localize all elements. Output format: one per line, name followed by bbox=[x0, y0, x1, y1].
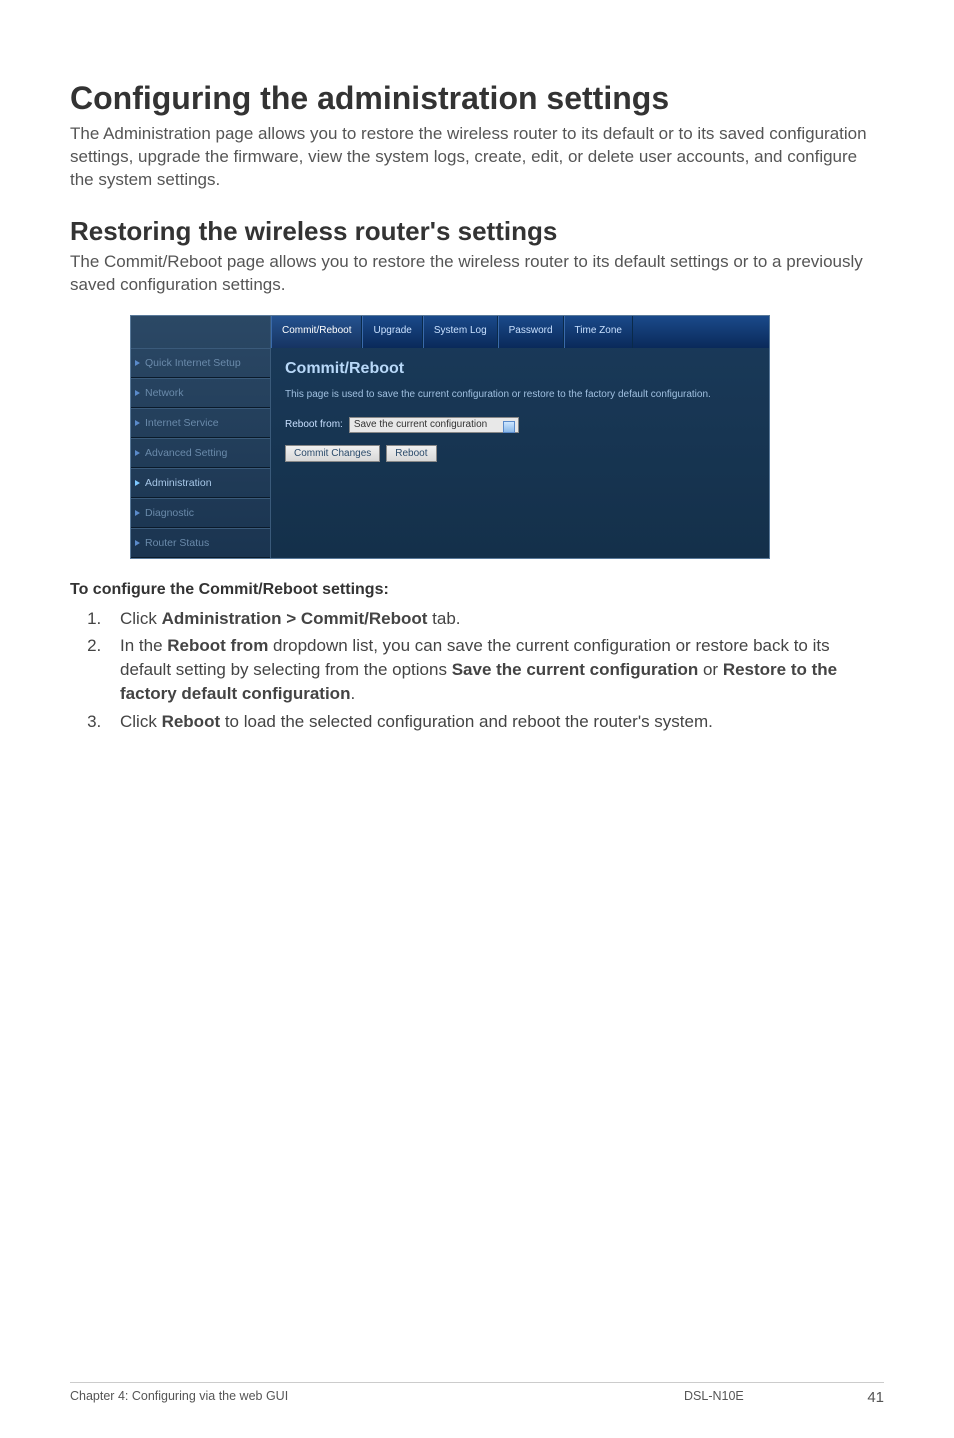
page-footer: Chapter 4: Configuring via the web GUI D… bbox=[70, 1382, 884, 1406]
tab-time-zone[interactable]: Time Zone bbox=[564, 316, 633, 348]
sidebar-item-administration[interactable]: Administration bbox=[131, 468, 270, 498]
step-2: In the Reboot from dropdown list, you ca… bbox=[106, 634, 884, 705]
intro-text: The Administration page allows you to re… bbox=[70, 123, 884, 192]
tab-bar: Commit/Reboot Upgrade System Log Passwor… bbox=[271, 316, 769, 348]
panel-title: Commit/Reboot bbox=[285, 360, 755, 378]
tab-upgrade[interactable]: Upgrade bbox=[362, 316, 422, 348]
sidebar-item-network[interactable]: Network bbox=[131, 378, 270, 408]
sidebar-item-quick-internet-setup[interactable]: Quick Internet Setup bbox=[131, 348, 270, 378]
sidebar-item-internet-service[interactable]: Internet Service bbox=[131, 408, 270, 438]
reboot-button[interactable]: Reboot bbox=[386, 445, 436, 462]
router-gui-screenshot: Quick Internet Setup Network Internet Se… bbox=[130, 315, 770, 559]
footer-model: DSL-N10E bbox=[684, 1389, 824, 1406]
page-title: Configuring the administration settings bbox=[70, 80, 884, 117]
sidebar-item-diagnostic[interactable]: Diagnostic bbox=[131, 498, 270, 528]
instruction-steps: Click Administration > Commit/Reboot tab… bbox=[70, 607, 884, 734]
reboot-from-label: Reboot from: bbox=[285, 419, 343, 430]
footer-chapter: Chapter 4: Configuring via the web GUI bbox=[70, 1389, 684, 1406]
tab-system-log[interactable]: System Log bbox=[423, 316, 498, 348]
panel-description: This page is used to save the current co… bbox=[285, 388, 755, 401]
instructions-heading: To configure the Commit/Reboot settings: bbox=[70, 581, 884, 599]
section-subtitle: Restoring the wireless router's settings bbox=[70, 216, 884, 247]
tab-password[interactable]: Password bbox=[498, 316, 564, 348]
footer-page-number: 41 bbox=[824, 1389, 884, 1406]
section-intro: The Commit/Reboot page allows you to res… bbox=[70, 251, 884, 297]
tab-commit-reboot[interactable]: Commit/Reboot bbox=[271, 316, 362, 348]
sidebar: Quick Internet Setup Network Internet Se… bbox=[131, 316, 271, 558]
step-3: Click Reboot to load the selected config… bbox=[106, 710, 884, 734]
sidebar-item-advanced-setting[interactable]: Advanced Setting bbox=[131, 438, 270, 468]
commit-changes-button[interactable]: Commit Changes bbox=[285, 445, 380, 462]
step-1: Click Administration > Commit/Reboot tab… bbox=[106, 607, 884, 631]
reboot-from-select[interactable]: Save the current configuration bbox=[349, 417, 519, 433]
sidebar-item-router-status[interactable]: Router Status bbox=[131, 528, 270, 558]
